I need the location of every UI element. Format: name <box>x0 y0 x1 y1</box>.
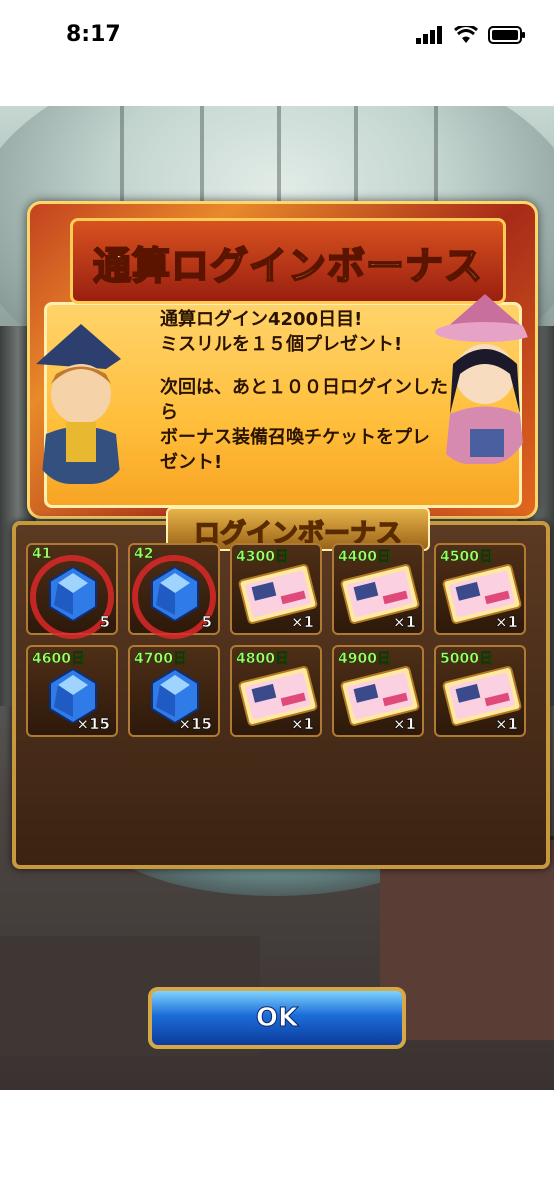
cellular-signal-icon <box>416 26 442 44</box>
wifi-icon <box>454 26 478 43</box>
cell-day-label: 4300日 <box>236 549 289 566</box>
cell-quantity: ×15 <box>178 715 212 734</box>
cell-day-label: 5000日 <box>440 651 493 668</box>
cell-day-label: 4500日 <box>440 549 493 566</box>
calendar-cell: 5000日 ×1 <box>434 645 526 737</box>
boy-character-illustration <box>36 324 121 484</box>
calendar-cell: 41 5 <box>26 543 118 639</box>
cell-day-label: 4900日 <box>338 651 391 668</box>
cell-quantity: ×1 <box>290 613 315 632</box>
status-time: 8:17 <box>66 22 121 47</box>
cell-day-label: 4700日 <box>134 651 187 668</box>
calendar-cell: 4400日 ×1 <box>332 543 424 635</box>
cell-day-label: 41 <box>32 546 52 563</box>
cell-quantity: ×1 <box>494 613 519 632</box>
banner-title: 通算ログインボーナス <box>92 243 483 289</box>
cell-quantity: 5 <box>99 613 110 632</box>
cell-quantity: ×1 <box>290 715 315 734</box>
ok-button-label: OK <box>255 1003 299 1034</box>
banner-title-plate: 通算ログインボーナス <box>70 218 506 304</box>
calendar-cell: 4700日 ×15 <box>128 645 220 737</box>
banner-line-1: 通算ログイン4200日目! <box>160 309 363 330</box>
login-bonus-calendar: ログインボーナス 41 5 42 5 4300日 ×1 4400日 ×1 4500日 ×1 4600… <box>12 507 550 869</box>
status-bar: 8:17 <box>0 0 554 106</box>
status-icons <box>416 26 526 44</box>
cell-day-label: 4400日 <box>338 549 391 566</box>
cell-quantity: 5 <box>201 613 212 632</box>
cell-quantity: ×15 <box>76 715 110 734</box>
cell-day-label: 42 <box>134 546 154 563</box>
ok-button[interactable]: OK <box>148 987 406 1049</box>
login-bonus-banner: 通算ログインボーナス 通算ログイン4200日目! ミスリルを１５個プレゼント! … <box>27 201 538 519</box>
banner-line-3: 次回は、あと１００日ログインした <box>160 377 448 398</box>
game-screen: 通算ログインボーナス 通算ログイン4200日目! ミスリルを１５個プレゼント! … <box>0 106 554 1090</box>
calendar-cell: 4800日 ×1 <box>230 645 322 737</box>
girl-character-illustration <box>435 294 535 464</box>
banner-line-4: ら <box>160 402 178 423</box>
battery-icon <box>488 26 525 44</box>
calendar-cell: 4900日 ×1 <box>332 645 424 737</box>
calendar-cell: 4300日 ×1 <box>230 543 322 635</box>
cell-quantity: ×1 <box>392 715 417 734</box>
cell-quantity: ×1 <box>494 715 519 734</box>
cell-day-label: 4600日 <box>32 651 85 668</box>
calendar-cell: 4500日 ×1 <box>434 543 526 635</box>
cell-day-label: 4800日 <box>236 651 289 668</box>
home-indicator-area <box>0 1090 554 1199</box>
cell-quantity: ×1 <box>392 613 417 632</box>
banner-line-5: ボーナス装備召喚チケットをプレ <box>160 427 430 448</box>
banner-line-6: ゼント! <box>160 452 223 473</box>
calendar-cell: 42 5 <box>128 543 220 639</box>
banner-line-2: ミスリルを１５個プレゼント! <box>160 334 403 355</box>
calendar-cell: 4600日 ×15 <box>26 645 118 737</box>
